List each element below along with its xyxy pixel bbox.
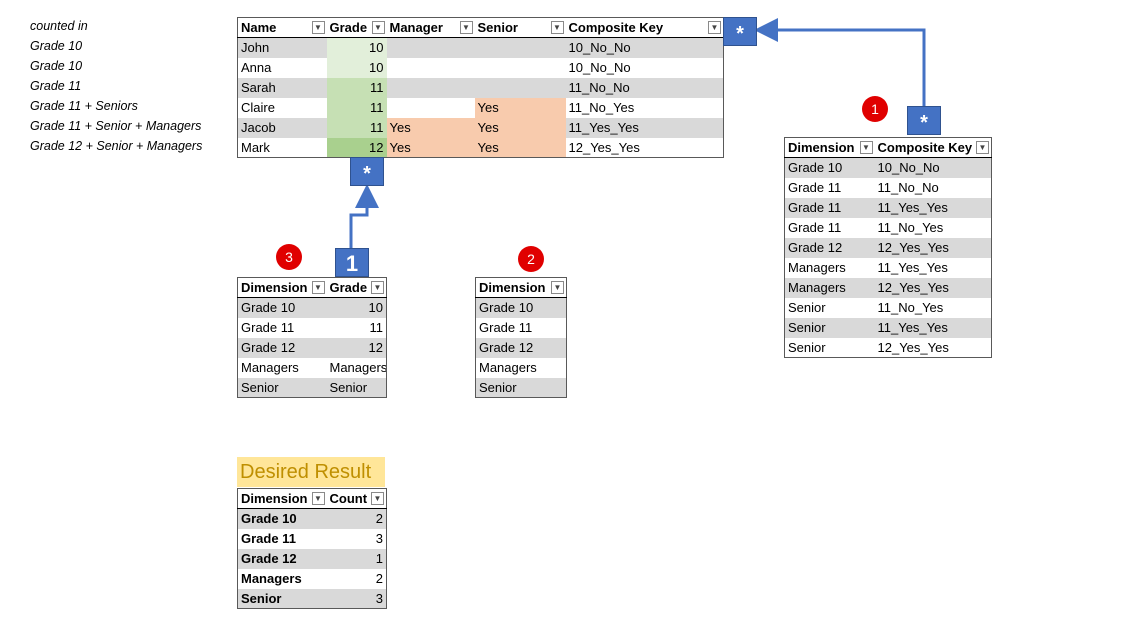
relationship-connectors bbox=[349, 18, 926, 250]
many-side-marker: * bbox=[350, 157, 384, 186]
step-marker-1: 1 bbox=[862, 96, 888, 122]
many-side-marker: * bbox=[907, 106, 941, 135]
step-marker-2: 2 bbox=[518, 246, 544, 272]
key-relationship-arrow bbox=[754, 18, 926, 106]
step-marker-3: 3 bbox=[276, 244, 302, 270]
grade-relationship-arrow bbox=[349, 184, 379, 250]
one-side-marker: 1 bbox=[335, 248, 369, 277]
many-side-marker: * bbox=[723, 17, 757, 46]
